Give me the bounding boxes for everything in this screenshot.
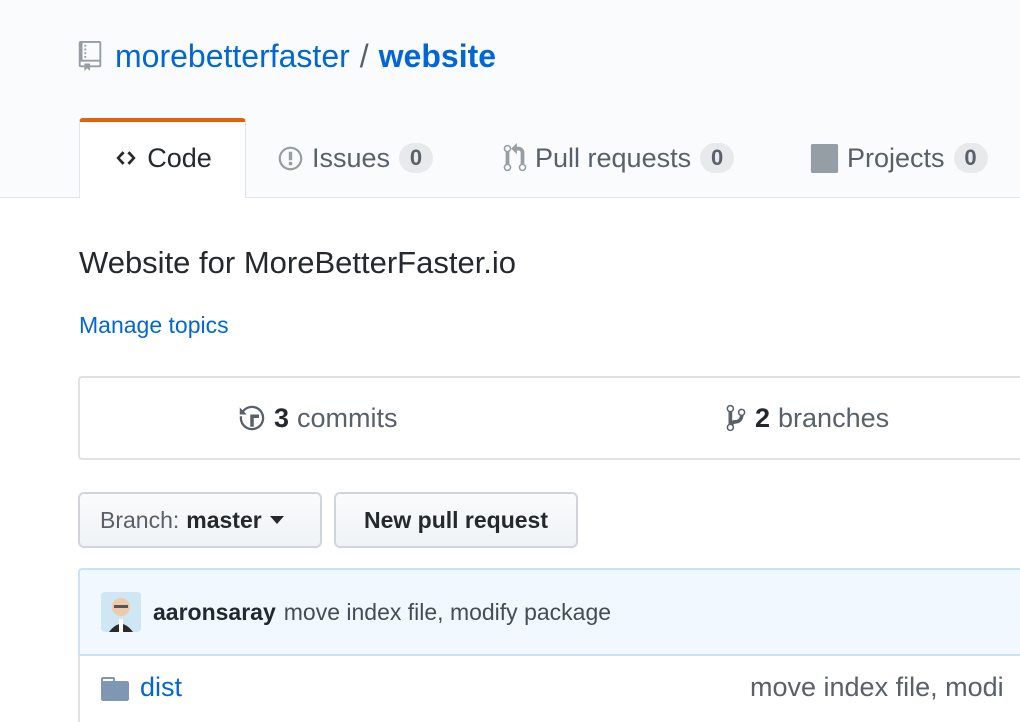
branches-link[interactable]: 2 branches: [725, 378, 889, 458]
repo-header: morebetterfaster / website Code Issues 0…: [0, 0, 1020, 198]
branch-prefix: Branch:: [100, 506, 180, 533]
issues-count-badge: 0: [399, 143, 434, 173]
file-commit-message[interactable]: move index file, modi: [750, 672, 1004, 703]
projects-count-badge: 0: [953, 143, 988, 173]
branches-count: 2: [755, 402, 771, 433]
tab-issues[interactable]: Issues 0: [277, 118, 434, 198]
tab-pull-requests-label: Pull requests: [535, 142, 692, 173]
repo-description: Website for MoreBetterFaster.io: [79, 245, 517, 280]
tab-projects-label: Projects: [847, 142, 945, 173]
issue-icon: [277, 145, 304, 172]
tab-code[interactable]: Code: [79, 118, 246, 198]
tab-pull-requests[interactable]: Pull requests 0: [503, 118, 735, 198]
commits-link[interactable]: 3 commits: [238, 378, 398, 458]
manage-topics-link[interactable]: Manage topics: [79, 312, 229, 339]
branch-icon: [725, 403, 747, 433]
avatar[interactable]: [101, 592, 141, 632]
pull-requests-count-badge: 0: [700, 143, 735, 173]
repo-icon: [78, 40, 102, 72]
path-separator: /: [359, 37, 369, 74]
branch-name: master: [186, 506, 262, 533]
tab-issues-label: Issues: [312, 142, 391, 173]
repo-title: morebetterfaster / website: [78, 34, 496, 78]
new-pull-request-button[interactable]: New pull request: [334, 492, 578, 548]
tab-code-label: Code: [147, 142, 212, 173]
commit-author[interactable]: aaronsaray: [153, 599, 276, 626]
branch-select-button[interactable]: Branch: master: [78, 492, 322, 548]
commit-message[interactable]: move index file, modify package: [284, 599, 611, 626]
project-icon: [810, 143, 839, 173]
branches-label: branches: [778, 402, 890, 433]
tab-projects[interactable]: Projects 0: [810, 118, 988, 198]
repo-name-link[interactable]: website: [379, 38, 496, 75]
caret-down-icon: [269, 516, 284, 524]
code-icon: [113, 147, 139, 169]
file-name-link[interactable]: dist: [140, 672, 182, 703]
latest-commit-bar: aaronsaray move index file, modify packa…: [78, 568, 1020, 656]
commits-count: 3: [274, 402, 290, 433]
commits-label: commits: [297, 402, 398, 433]
numbers-summary: 3 commits 2 branches: [78, 376, 1020, 460]
repo-owner-link[interactable]: morebetterfaster: [115, 38, 350, 75]
folder-icon: [101, 677, 129, 706]
list-item: dist move index file, modi: [78, 656, 1020, 722]
pull-request-icon: [503, 143, 527, 173]
history-icon: [238, 404, 266, 432]
